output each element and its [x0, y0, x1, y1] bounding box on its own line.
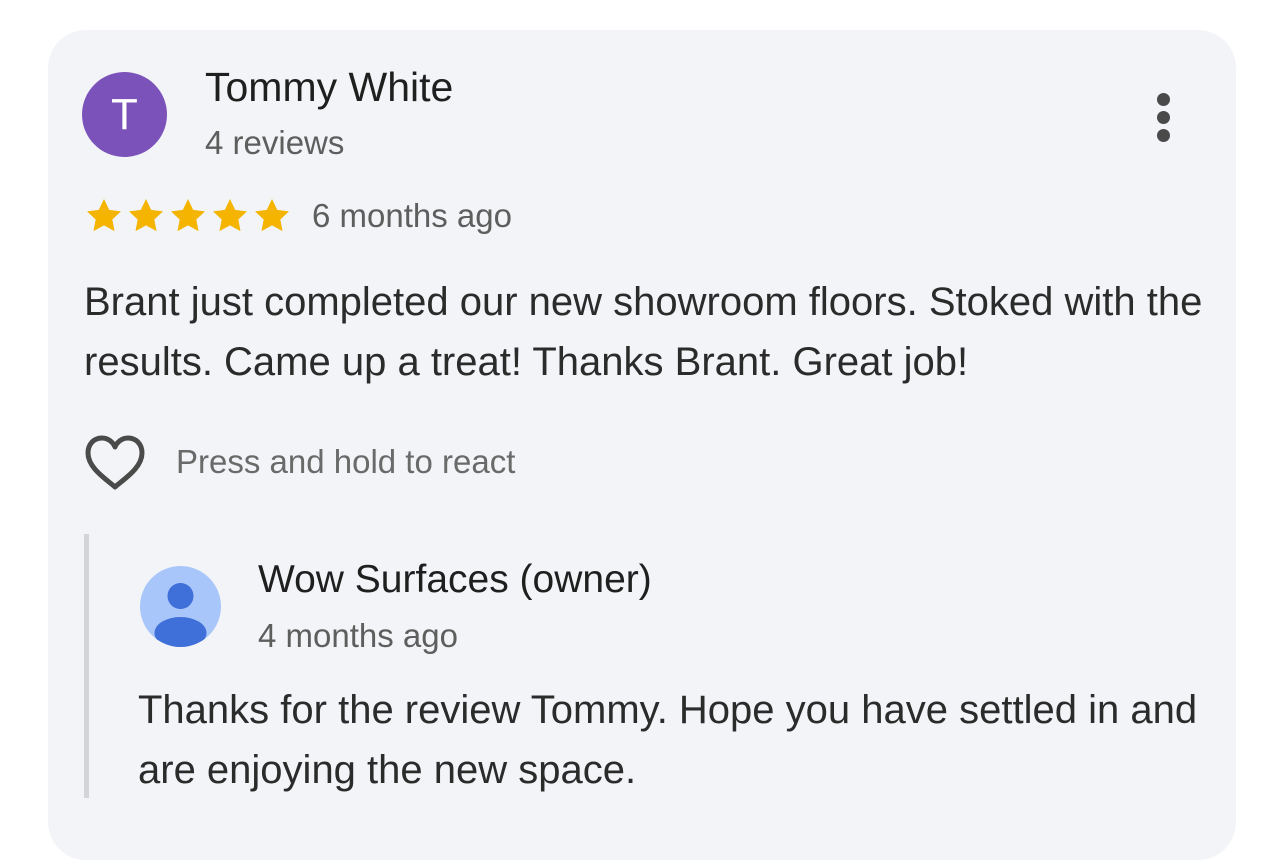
- owner-reply-time: 4 months ago: [258, 617, 458, 654]
- star-icon: [255, 199, 289, 232]
- reply-divider: [84, 534, 89, 798]
- review-text: Brant just completed our new showroom fl…: [84, 280, 1203, 384]
- star-icon: [129, 199, 163, 232]
- react-button[interactable]: [82, 432, 148, 494]
- reviewer-avatar[interactable]: T: [82, 72, 167, 157]
- star-icon: [171, 199, 205, 232]
- owner-avatar[interactable]: [140, 566, 221, 647]
- person-icon: [154, 583, 207, 647]
- owner-name[interactable]: Wow Surfaces (owner): [258, 558, 652, 602]
- reviewer-review-count: 4 reviews: [205, 124, 345, 161]
- owner-reply-text: Thanks for the review Tommy. Hope you ha…: [138, 688, 1198, 792]
- react-hint-label: Press and hold to react: [176, 443, 516, 480]
- more-options-button[interactable]: [1140, 85, 1188, 147]
- star-icon: [213, 199, 247, 232]
- review-time: 6 months ago: [312, 197, 512, 234]
- reviewer-name[interactable]: Tommy White: [205, 64, 453, 111]
- star-icon: [87, 199, 121, 232]
- star-rating: [84, 195, 292, 237]
- heart-outline-icon: [85, 435, 145, 490]
